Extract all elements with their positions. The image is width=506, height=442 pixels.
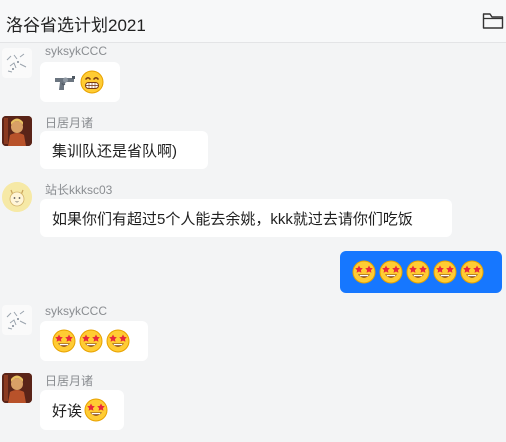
star-struck-emoji-icon [106, 329, 130, 353]
message-text: 如果你们有超过5个人能去余姚，kkk就过去请你们吃饭 [52, 210, 413, 228]
message-text: 好诶 [52, 402, 83, 420]
avatar[interactable] [2, 48, 32, 78]
star-struck-emoji-icon [460, 260, 484, 284]
revolver-emoji-icon [52, 72, 78, 92]
chat-title: 洛谷省选计划2021 [6, 16, 146, 35]
message-bubble[interactable] [340, 251, 502, 293]
star-struck-emoji-icon [352, 260, 376, 284]
sender-name: syksykCCC [45, 304, 107, 318]
chat-header: 洛谷省选计划2021 [0, 0, 506, 43]
avatar[interactable] [2, 182, 32, 212]
portrait-avatar-icon [2, 116, 32, 146]
folder-icon[interactable] [482, 12, 504, 30]
avatar[interactable] [2, 305, 32, 335]
portrait-avatar-icon [2, 373, 32, 403]
sender-name: syksykCCC [45, 44, 107, 58]
star-struck-emoji-icon [84, 398, 108, 422]
sender-name: 日居月诸 [45, 374, 94, 388]
message-bubble[interactable]: 如果你们有超过5个人能去余姚，kkk就过去请你们吃饭 [40, 199, 452, 237]
message-text: 集训队还是省队啊) [52, 142, 177, 160]
star-struck-emoji-icon [79, 329, 103, 353]
grinning-emoji-icon [80, 70, 104, 94]
avatar[interactable] [2, 116, 32, 146]
avatar[interactable] [2, 373, 32, 403]
doodle-avatar-icon [6, 310, 27, 330]
cat-avatar-icon [2, 182, 32, 212]
star-struck-emoji-icon [52, 329, 76, 353]
sender-name: 站长kkksc03 [45, 183, 113, 197]
sender-name: 日居月诸 [45, 116, 94, 130]
star-struck-emoji-icon [379, 260, 403, 284]
message-bubble[interactable] [40, 62, 120, 102]
star-struck-emoji-icon [433, 260, 457, 284]
doodle-avatar-icon [6, 53, 27, 73]
message-bubble[interactable] [40, 321, 148, 361]
message-bubble[interactable]: 好诶 [40, 390, 124, 430]
star-struck-emoji-icon [406, 260, 430, 284]
message-bubble[interactable]: 集训队还是省队啊) [40, 131, 208, 169]
